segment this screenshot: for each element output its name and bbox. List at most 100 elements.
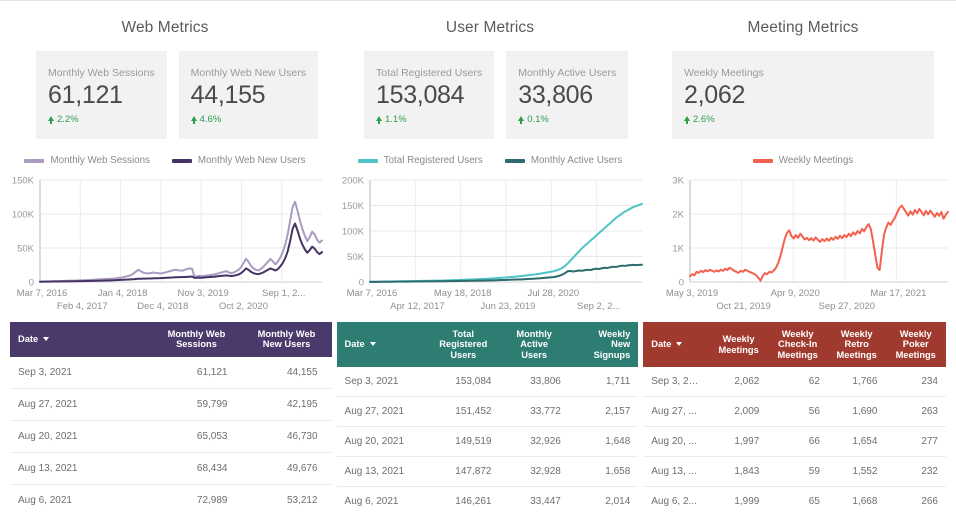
kpi-delta: 2.2% <box>48 114 155 125</box>
svg-text:Jul 28, 2020: Jul 28, 2020 <box>527 288 579 299</box>
cell-value: 44,155 <box>241 356 332 389</box>
cell-value: 1,658 <box>568 456 639 488</box>
legend-item[interactable]: Monthly Active Users <box>504 155 622 166</box>
panel-meeting-metrics: Meeting Metrics Weekly Meetings 2,062 2.… <box>650 1 956 322</box>
cell-value: 146,261 <box>427 486 500 513</box>
legend-label: Monthly Web New Users <box>197 155 306 166</box>
cell-date: Aug 20, 2021 <box>10 420 152 454</box>
cell-value: 2,009 <box>709 396 768 428</box>
column-header-weekly-new-signups[interactable]: Weekly New Signups <box>568 322 639 368</box>
table-row[interactable]: Sep 3, 2021 61,121 44,155 <box>10 356 332 389</box>
table-row[interactable]: Aug 27, ... 2,009 56 1,690 263 <box>643 396 946 428</box>
kpi-delta: 4.6% <box>190 114 306 125</box>
svg-text:2K: 2K <box>672 210 684 221</box>
arrow-up-icon <box>518 116 525 124</box>
table-row[interactable]: Aug 6, 2... 1,999 65 1,668 266 <box>643 486 946 513</box>
svg-text:100K: 100K <box>12 210 35 221</box>
legend-item[interactable]: Monthly Web New Users <box>171 155 306 166</box>
dashboard: Web Metrics Monthly Web Sessions 61,121 … <box>0 1 956 322</box>
table-row[interactable]: Aug 6, 2021 146,261 33,447 2,014 <box>336 486 639 513</box>
legend-swatch <box>752 158 773 163</box>
cell-value: 56 <box>767 396 828 428</box>
chart-svg: 0 1K 2K 3K May 3, 2019 Apr 9, 2020 Mar 17, 202… <box>666 176 949 312</box>
svg-text:Nov 3, 2019: Nov 3, 2019 <box>178 288 229 299</box>
table-row[interactable]: Aug 6, 2021 72,989 53,212 <box>10 484 332 513</box>
svg-text:Apr 12, 2017: Apr 12, 2017 <box>390 301 444 312</box>
cell-value: 1,690 <box>827 396 886 428</box>
chart-meeting-metrics[interactable]: 0 1K 2K 3K May 3, 2019 Apr 9, 2020 Mar 17, 202… <box>650 172 956 322</box>
kpi-card-total-registered-users[interactable]: Total Registered Users 153,084 1.1% <box>364 51 495 139</box>
svg-text:Dec 4, 2018: Dec 4, 2018 <box>137 301 188 312</box>
kpi-card-monthly-active-users[interactable]: Monthly Active Users 33,806 0.1% <box>506 51 629 139</box>
kpi-row-web: Monthly Web Sessions 61,121 2.2% Monthly… <box>0 51 330 139</box>
cell-value: 266 <box>885 486 946 513</box>
kpi-card-weekly-meetings[interactable]: Weekly Meetings 2,062 2.6% <box>672 51 934 139</box>
cell-value: 2,157 <box>568 396 639 428</box>
column-header-monthly-web-sessions[interactable]: Monthly Web Sessions <box>151 322 242 357</box>
kpi-card-monthly-web-sessions[interactable]: Monthly Web Sessions 61,121 2.2% <box>36 51 167 139</box>
legend-item[interactable]: Monthly Web Sessions <box>24 155 150 166</box>
table-row[interactable]: Aug 20, 2021 65,053 46,730 <box>10 420 332 454</box>
cell-value: 1,648 <box>568 426 639 458</box>
column-header-weekly-poker-meetings[interactable]: Weekly Poker Meetings <box>885 322 946 368</box>
legend-item[interactable]: Total Registered Users <box>357 155 483 166</box>
kpi-value: 153,084 <box>376 81 465 109</box>
table-row[interactable]: Aug 13, 2021 147,872 32,928 1,658 <box>336 456 639 488</box>
cell-value: 33,772 <box>499 396 569 428</box>
table-row[interactable]: Sep 3, 20... 2,062 62 1,766 234 <box>643 367 946 398</box>
svg-text:Feb 4, 2017: Feb 4, 2017 <box>57 301 108 312</box>
kpi-value: 33,806 <box>518 81 593 109</box>
cell-value: 33,806 <box>499 367 569 398</box>
panel-web-metrics: Web Metrics Monthly Web Sessions 61,121 … <box>0 1 330 322</box>
legend-item[interactable]: Weekly Meetings <box>752 155 854 166</box>
column-header-monthly-web-new-users[interactable]: Monthly Web New Users <box>241 322 332 357</box>
column-header-date[interactable]: Date <box>10 322 152 357</box>
cell-value: 61,121 <box>151 356 242 389</box>
table-row[interactable]: Sep 3, 2021 153,084 33,806 1,711 <box>336 367 639 398</box>
cell-value: 59,799 <box>151 388 242 421</box>
svg-text:Sep 2, 2...: Sep 2, 2... <box>577 301 620 312</box>
cell-date: Aug 27, 2021 <box>336 396 428 428</box>
column-header-total-registered-users[interactable]: Total Registered Users <box>427 322 500 368</box>
column-header-weekly-checkin-meetings[interactable]: Weekly Check-In Meetings <box>767 322 828 368</box>
svg-text:100K: 100K <box>342 227 365 238</box>
cell-date: Sep 3, 2021 <box>10 356 152 389</box>
kpi-value: 44,155 <box>190 81 266 109</box>
table-row[interactable]: Aug 13, ... 1,843 59 1,552 232 <box>643 456 946 488</box>
column-header-weekly-meetings[interactable]: Weekly Meetings <box>709 322 768 368</box>
column-header-monthly-active-users[interactable]: Monthly Active Users <box>499 322 569 368</box>
arrow-up-icon <box>376 116 382 124</box>
chart-user-metrics[interactable]: 0 50K 100K 150K 200K Mar 7, 2016 May 18, 2018 J… <box>330 172 650 322</box>
legend-label: Weekly Meetings <box>778 155 854 166</box>
cell-value: 72,989 <box>151 484 242 513</box>
panel-title-meeting: Meeting Metrics <box>747 19 859 36</box>
cell-value: 32,928 <box>499 456 569 488</box>
tables-row: Date Monthly Web Sessions Monthly Web Ne… <box>0 322 956 513</box>
table-row[interactable]: Aug 27, 2021 59,799 42,195 <box>10 388 332 421</box>
cell-value: 1,999 <box>709 486 768 513</box>
table-header-row: Date Weekly Meetings Weekly Check-In Mee… <box>643 322 946 368</box>
cell-value: 153,084 <box>427 367 500 398</box>
table-row[interactable]: Aug 27, 2021 151,452 33,772 2,157 <box>336 396 639 428</box>
column-header-date[interactable]: Date <box>336 322 428 368</box>
svg-text:Jan 4, 2018: Jan 4, 2018 <box>98 288 148 299</box>
kpi-card-monthly-web-new-users[interactable]: Monthly Web New Users 44,155 4.6% <box>178 51 318 139</box>
web-metrics-table: Date Monthly Web Sessions Monthly Web Ne… <box>10 322 332 513</box>
kpi-delta: 0.1% <box>518 114 616 125</box>
legend-meeting: Weekly Meetings <box>650 155 956 166</box>
chart-web-metrics[interactable]: 0 50K 100K 150K Mar 7, 2016 Jan 4, 2018 Nov 3,… <box>0 172 330 322</box>
kpi-label: Monthly Active Users <box>518 67 617 79</box>
column-header-weekly-retro-meetings[interactable]: Weekly Retro Meetings <box>827 322 886 368</box>
cell-value: 1,668 <box>827 486 886 513</box>
cell-value: 49,676 <box>241 452 332 486</box>
svg-text:May 3, 2019: May 3, 2019 <box>666 288 718 299</box>
column-header-date[interactable]: Date <box>643 322 710 368</box>
table-row[interactable]: Aug 13, 2021 68,434 49,676 <box>10 452 332 486</box>
kpi-label: Weekly Meetings <box>684 67 764 79</box>
sort-descending-icon <box>43 336 50 341</box>
table-row[interactable]: Aug 20, ... 1,997 66 1,654 277 <box>643 426 946 458</box>
kpi-value: 61,121 <box>48 81 123 109</box>
cell-value: 1,843 <box>709 456 768 488</box>
table-row[interactable]: Aug 20, 2021 149,519 32,926 1,648 <box>336 426 639 458</box>
arrow-up-icon <box>48 116 54 124</box>
